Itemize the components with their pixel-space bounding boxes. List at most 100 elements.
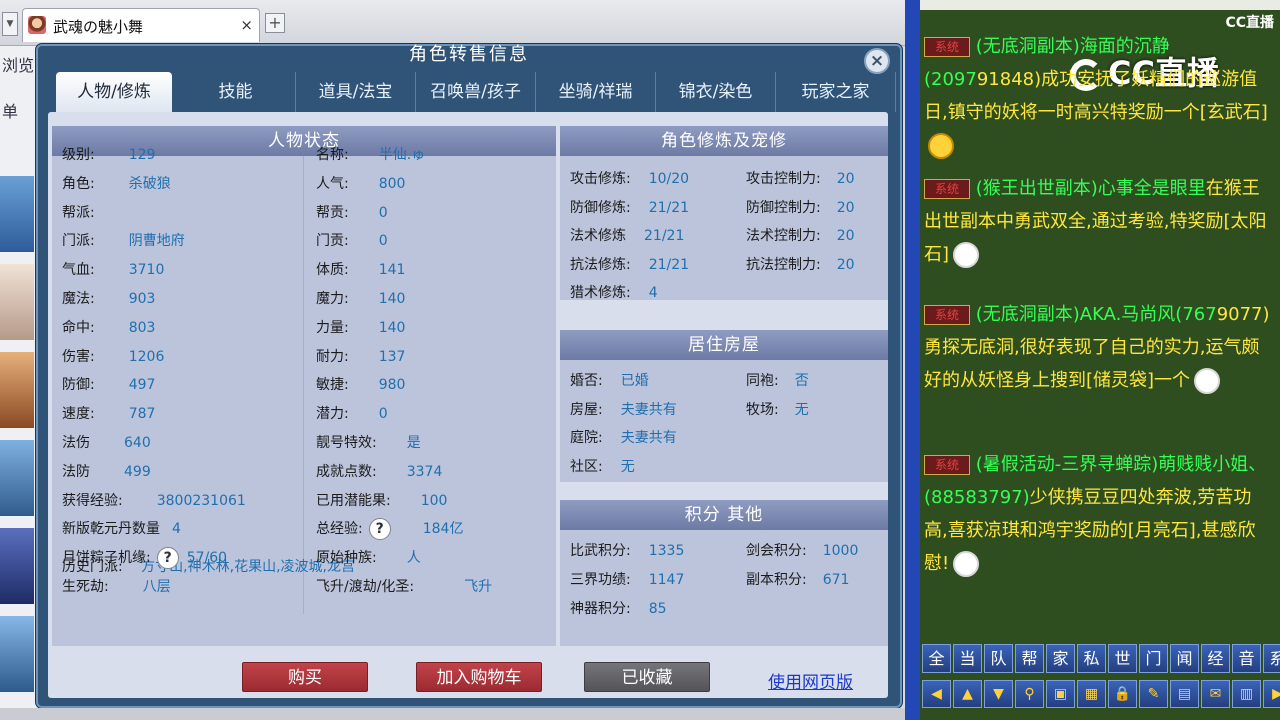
chat-tool-icon[interactable]: ✉	[1201, 680, 1230, 708]
buy-button[interactable]: 购买	[242, 662, 368, 692]
add-to-cart-button[interactable]: 加入购物车	[416, 662, 542, 692]
status-value: 803	[128, 319, 156, 336]
status-row: 防御: 497	[62, 374, 155, 394]
chat-tool-icon[interactable]: ▶	[1263, 680, 1280, 708]
tab-skills[interactable]: 技能	[176, 72, 296, 112]
status-row: 名称: 半仙.ゅ	[316, 144, 425, 164]
chat-channel-button[interactable]: 世	[1108, 644, 1137, 673]
status-value: 141	[378, 262, 406, 279]
tab-mounts[interactable]: 坐骑/祥瑞	[536, 72, 656, 112]
chat-channel-button[interactable]: 音	[1232, 644, 1261, 673]
chat-tool-icon[interactable]: 🔒	[1108, 680, 1137, 708]
info-row: 剑会积分: 1000	[746, 540, 858, 560]
status-label: 月饼粽子机缘:	[62, 550, 151, 567]
chat-tool-icon[interactable]: ▤	[1170, 680, 1199, 708]
chat-channel-button[interactable]: 门	[1139, 644, 1168, 673]
status-row: 命中: 803	[62, 317, 155, 337]
help-icon[interactable]: ?	[156, 547, 179, 570]
status-row: 帮派:	[62, 202, 129, 222]
status-label: 法伤	[62, 435, 90, 451]
info-label: 防御控制力:	[746, 199, 821, 216]
info-row: 法术修炼 21/21	[570, 225, 684, 245]
status-value: 0	[378, 233, 388, 250]
info-row: 社区: 无	[570, 456, 635, 476]
page-left-edge: 浏览 单	[0, 46, 40, 720]
status-label: 总经验:	[316, 521, 363, 538]
help-icon[interactable]: ?	[368, 518, 391, 541]
status-label: 成就点数:	[316, 463, 377, 480]
chat-tool-icon[interactable]: ◀	[922, 680, 951, 708]
tab-summons[interactable]: 召唤兽/孩子	[416, 72, 536, 112]
info-label: 抗法修炼:	[570, 256, 631, 273]
status-value: 3374	[406, 463, 443, 480]
chat-tool-bar: ◀ ▲ ▼ ⚲ ▣ ▦ 🔒 ✎ ▤ ✉ ▥ ▶	[922, 680, 1280, 708]
info-row: 抗法修炼: 21/21	[570, 254, 689, 274]
tab-outfit[interactable]: 锦衣/染色	[656, 72, 776, 112]
chat-tool-icon[interactable]: ▣	[1046, 680, 1075, 708]
tab-items[interactable]: 道具/法宝	[296, 72, 416, 112]
status-value: 800	[378, 175, 406, 192]
status-label: 力量:	[316, 319, 349, 336]
favorited-button[interactable]: 已收藏	[584, 662, 710, 692]
chat-message: 系统 (暑假活动-三界寻蝉踪)萌贱贱小姐、(88583797)少侠携豆豆四处奔波…	[924, 448, 1274, 580]
info-value: 20	[836, 228, 855, 244]
chat-tool-icon[interactable]: ✎	[1139, 680, 1168, 708]
tab-menu-button[interactable]: ▼	[2, 12, 18, 36]
browser-tab[interactable]: 武魂の魅小舞 ×	[22, 8, 260, 42]
chat-channel-button[interactable]: 帮	[1015, 644, 1044, 673]
info-label: 社区:	[570, 458, 603, 475]
side-label-browse: 浏览	[2, 56, 35, 75]
chat-channel-button[interactable]: 队	[984, 644, 1013, 673]
status-value: 3710	[128, 262, 165, 279]
chat-tool-icon[interactable]: ⚲	[1015, 680, 1044, 708]
use-web-version-link[interactable]: 使用网页版	[768, 668, 853, 693]
info-label: 神器积分:	[570, 601, 631, 617]
status-value: 140	[378, 291, 406, 307]
info-value: 20	[836, 256, 855, 273]
chat-tool-icon[interactable]: ▼	[984, 680, 1013, 708]
info-value: 10/20	[648, 171, 690, 187]
chat-channel-button[interactable]: 全	[922, 644, 951, 673]
info-row: 副本积分: 671	[746, 569, 849, 589]
tab-content: 人物状态 历史门派: 方寸山,神木林,花果山,凌波城,龙宫 角色修炼及宠修 居住…	[48, 112, 888, 698]
tab-close-icon[interactable]: ×	[240, 16, 253, 34]
status-label: 法防	[62, 463, 90, 480]
avatar	[0, 440, 34, 516]
emoji-icon	[953, 242, 980, 268]
browser-tabbar: ▼ 武魂の魅小舞 × +	[0, 0, 905, 46]
status-label: 门派:	[62, 233, 95, 250]
status-label: 伤害:	[62, 348, 95, 365]
chat-tool-icon[interactable]: ▲	[953, 680, 982, 708]
chat-channel-button[interactable]: 系	[1263, 644, 1280, 673]
chat-channel-button[interactable]: 私	[1077, 644, 1106, 673]
chat-tool-icon[interactable]: ▦	[1077, 680, 1106, 708]
status-row: 潜力: 0	[316, 403, 388, 423]
status-row: 伤害: 1206	[62, 346, 164, 366]
chat-channel-button[interactable]: 经	[1201, 644, 1230, 673]
side-label-single: 单	[2, 102, 19, 121]
status-value: 184亿	[422, 521, 464, 538]
chat-channel-button[interactable]: 闻	[1170, 644, 1199, 673]
tab-character[interactable]: 人物/修炼	[56, 72, 172, 112]
info-label: 防御修炼:	[570, 199, 631, 216]
status-label: 魔力:	[316, 291, 349, 307]
info-label: 庭院:	[570, 430, 603, 446]
status-row: 成就点数: 3374	[316, 461, 442, 481]
role-info-panel: 角色转售信息 × 人物/修炼 技能 道具/法宝 召唤兽/孩子 坐骑/祥瑞 锦衣/…	[36, 44, 902, 708]
chat-channel-button[interactable]: 当	[953, 644, 982, 673]
info-value: 已婚	[620, 373, 649, 389]
avatar	[0, 352, 34, 428]
info-row: 婚否: 已婚	[570, 370, 649, 390]
status-row: 生死劫: 八层	[62, 576, 171, 596]
info-value: 无	[794, 401, 809, 418]
status-label: 命中:	[62, 319, 95, 336]
tab-home[interactable]: 玩家之家	[776, 72, 896, 112]
chat-tool-icon[interactable]: ▥	[1232, 680, 1261, 708]
close-button[interactable]: ×	[864, 48, 890, 74]
info-value: 1000	[822, 543, 859, 559]
chat-channel-button[interactable]: 家	[1046, 644, 1075, 673]
status-row: 速度: 787	[62, 403, 155, 423]
cc-logo-small: CC直播	[1225, 15, 1274, 31]
new-tab-button[interactable]: +	[265, 13, 285, 33]
status-row: 帮贡: 0	[316, 202, 388, 222]
